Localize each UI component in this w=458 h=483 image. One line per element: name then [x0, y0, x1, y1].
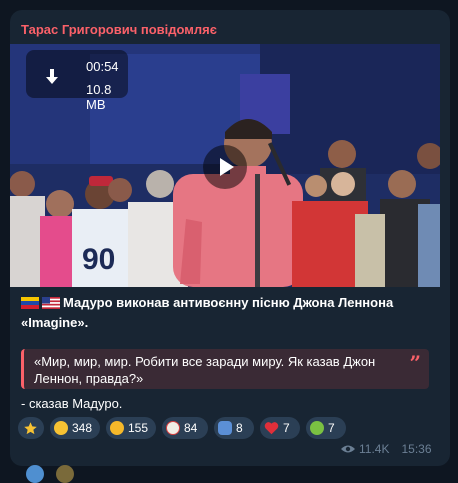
person-shrugging-icon [218, 421, 232, 435]
message-time: 15:36 [401, 442, 432, 456]
reaction-count: 8 [236, 421, 243, 435]
quote-block: «Мир, мир, мир. Робити все заради миру. … [21, 349, 429, 389]
message-title: Мадуро виконав антивоєнну пісню Джона Ле… [21, 293, 431, 333]
next-message-avatars [26, 465, 86, 483]
reaction-shrug[interactable]: 8 [214, 417, 254, 439]
video-size: 10.8 MB [86, 82, 112, 112]
video-player[interactable]: 90 00:54 10.8 MB [10, 44, 440, 287]
attribution-text: - сказав Мадуро. [21, 396, 123, 411]
reaction-count: 348 [72, 421, 93, 435]
nauseated-face-icon [310, 421, 324, 435]
avatar [56, 465, 74, 483]
clown-face-icon [166, 421, 180, 435]
reaction-nauseated[interactable]: 7 [306, 417, 346, 439]
message-meta: 11.4K 15:36 [341, 442, 432, 456]
quote-text: «Мир, мир, мир. Робити все заради миру. … [34, 354, 376, 386]
message-title-text: Мадуро виконав антивоєнну пісню Джона Ле… [21, 295, 394, 330]
reaction-star[interactable] [18, 417, 44, 439]
download-icon[interactable] [45, 69, 59, 85]
reaction-count: 84 [184, 421, 198, 435]
venezuela-flag-icon [21, 297, 39, 309]
play-button[interactable] [203, 145, 247, 189]
channel-name[interactable]: Тарас Григорович повідомляє [21, 22, 217, 37]
reaction-clown[interactable]: 84 [162, 417, 208, 439]
reaction-rofl[interactable]: 155 [106, 417, 156, 439]
play-icon [220, 158, 234, 176]
view-count: 11.4K [359, 442, 390, 456]
video-duration: 00:54 [86, 59, 119, 74]
rofl-face-icon [110, 421, 124, 435]
svg-text:90: 90 [82, 243, 115, 276]
eye-icon [341, 445, 355, 453]
star-icon [24, 421, 37, 434]
reaction-heart[interactable]: 7 [260, 417, 300, 439]
red-heart-icon [264, 422, 279, 435]
grinning-face-icon [54, 421, 68, 435]
reaction-count: 155 [128, 421, 149, 435]
quote-mark-icon: ” [409, 351, 421, 375]
reaction-count: 7 [283, 421, 290, 435]
reaction-grinning[interactable]: 348 [50, 417, 100, 439]
usa-flag-icon [42, 297, 60, 309]
reaction-count: 7 [328, 421, 335, 435]
video-info-overlay: 00:54 10.8 MB [26, 50, 128, 112]
avatar [26, 465, 44, 483]
